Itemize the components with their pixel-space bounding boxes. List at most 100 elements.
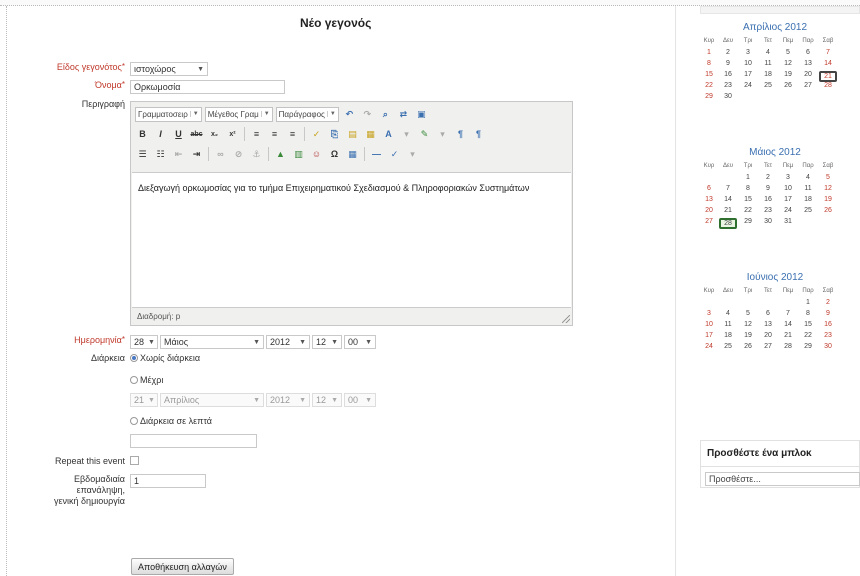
calendar-day[interactable]: 15 [739,196,757,203]
calendar-day[interactable]: 8 [739,185,757,192]
duration-none-radio[interactable]: Χωρίς διάρκεια [130,353,200,363]
calendar-day[interactable]: 11 [799,185,817,192]
align-left-icon[interactable]: ≡ [249,127,264,142]
calendar-day[interactable]: 7 [779,310,797,317]
calendar-day[interactable]: 23 [759,207,777,214]
calendar-day[interactable]: 3 [739,49,757,56]
unlink-icon[interactable]: ⊘ [231,147,246,162]
anchor-icon[interactable]: ⚓ [249,147,264,162]
calendar-day[interactable]: 13 [799,60,817,67]
calendar-day[interactable]: 17 [739,71,757,78]
calendar-day[interactable]: 18 [719,332,737,339]
calendar-day[interactable]: 17 [779,196,797,203]
superscript-icon[interactable]: x² [225,127,240,142]
paste-text-icon[interactable]: ⎘ [327,127,342,142]
calendar-day[interactable]: 22 [799,332,817,339]
text-color-icon[interactable]: A [381,127,396,142]
calendar-day[interactable]: 15 [799,321,817,328]
highlight-color-icon[interactable]: ✎ [417,127,432,142]
rtl-icon[interactable]: ¶ [471,127,486,142]
calendar-day[interactable]: 31 [779,218,797,225]
calendar-day[interactable]: 27 [700,218,718,225]
media-icon[interactable]: ▥ [291,147,306,162]
find-icon[interactable]: ⌕ [378,107,393,122]
calendar-day[interactable]: 8 [700,60,718,67]
paste-icon[interactable]: ▦ [363,127,378,142]
calendar-day[interactable]: 15 [700,71,718,78]
calendar-day[interactable]: 9 [719,60,737,67]
calendar-day[interactable]: 9 [759,185,777,192]
font-size-select[interactable]: Μέγεθος Γραμ ▼ [204,106,273,122]
calendar-day[interactable]: 5 [819,174,837,181]
calendar-day[interactable]: 21 [779,332,797,339]
calendar-day[interactable]: 9 [819,310,837,317]
calendar-day[interactable]: 12 [779,60,797,67]
calendar-day[interactable]: 30 [759,218,777,225]
calendar-day[interactable]: 6 [759,310,777,317]
calendar-day[interactable]: 26 [739,343,757,350]
calendar-day[interactable]: 23 [719,82,737,89]
horizontal-rule-icon[interactable]: — [369,147,384,162]
format-select[interactable]: Παράγραφος ▼ [275,106,339,122]
calendar-day[interactable]: 24 [779,207,797,214]
until-month-select[interactable]: Απρίλιος ▼ [160,393,264,407]
align-right-icon[interactable]: ≡ [285,127,300,142]
calendar-day[interactable]: 29 [739,218,757,225]
date-month-select[interactable]: Μάιος ▼ [160,335,264,349]
calendar-day[interactable]: 3 [700,310,718,317]
ordered-list-icon[interactable]: ☷ [153,147,168,162]
event-type-select[interactable]: ιστοχώρος ▼ [130,62,208,76]
italic-icon[interactable]: I [153,127,168,142]
ltr-icon[interactable]: ¶ [453,127,468,142]
undo-icon[interactable]: ↶ [342,107,357,122]
calendar-day[interactable]: 22 [700,82,718,89]
unordered-list-icon[interactable]: ☰ [135,147,150,162]
editor-content[interactable]: Διεξαγωγή ορκωμοσίας για το τμήμα Επιχει… [132,172,571,308]
calendar-day[interactable]: 12 [739,321,757,328]
calendar-day[interactable]: 28 [719,218,737,229]
calendar-day[interactable]: 20 [799,71,817,78]
fullscreen-icon[interactable]: ▣ [414,107,429,122]
calendar-day[interactable]: 4 [759,49,777,56]
calendar-day[interactable]: 10 [779,185,797,192]
calendar-day[interactable]: 19 [779,71,797,78]
calendar-day[interactable]: 24 [739,82,757,89]
underline-icon[interactable]: U [171,127,186,142]
outdent-icon[interactable]: ⇤ [171,147,186,162]
subscript-icon[interactable]: x₂ [207,127,222,142]
calendar-day[interactable]: 29 [700,93,718,100]
date-minute-select[interactable]: 00 ▼ [344,335,376,349]
calendar-day[interactable]: 11 [759,60,777,67]
until-year-select[interactable]: 2012 ▼ [266,393,310,407]
name-input[interactable]: Ορκωμοσία [130,80,285,94]
indent-icon[interactable]: ⇥ [189,147,204,162]
calendar-day[interactable]: 10 [700,321,718,328]
calendar-day[interactable]: 30 [819,343,837,350]
add-block-select[interactable]: Προσθέστε... [705,472,860,486]
until-hour-select[interactable]: 12 ▼ [312,393,342,407]
calendar-day[interactable]: 19 [819,196,837,203]
clean-icon[interactable]: ✓ [309,127,324,142]
redo-icon[interactable]: ↷ [360,107,375,122]
calendar-day[interactable]: 6 [700,185,718,192]
special-char-icon[interactable]: Ω [327,147,342,162]
calendar-day[interactable]: 14 [819,60,837,67]
duration-minutes-input[interactable] [130,434,257,448]
paste-word-icon[interactable]: ▤ [345,127,360,142]
calendar-day[interactable]: 21 [719,207,737,214]
save-button[interactable]: Αποθήκευση αλλαγών [131,558,234,575]
calendar-day[interactable]: 13 [700,196,718,203]
calendar-day[interactable]: 20 [700,207,718,214]
calendar-month-title[interactable]: Απρίλιος 2012 [705,22,845,33]
resize-handle[interactable] [562,315,570,323]
calendar-day[interactable]: 27 [759,343,777,350]
calendar-day[interactable]: 8 [799,310,817,317]
calendar-day[interactable]: 6 [799,49,817,56]
emoticon-icon[interactable]: ☺ [309,147,324,162]
image-icon[interactable]: ▲ [273,147,288,162]
date-year-select[interactable]: 2012 ▼ [266,335,310,349]
repeat-checkbox[interactable] [130,456,139,465]
calendar-day[interactable]: 17 [700,332,718,339]
duration-until-radio[interactable]: Μέχρι [130,375,163,385]
calendar-day[interactable]: 20 [759,332,777,339]
